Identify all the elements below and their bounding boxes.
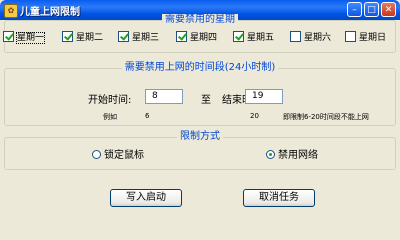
checkbox-box[interactable] bbox=[290, 31, 301, 42]
restriction-mode-group: 限制方式 bbox=[4, 131, 396, 170]
end-time-input[interactable]: 19 bbox=[245, 89, 283, 104]
checkbox-box[interactable] bbox=[176, 31, 187, 42]
checkbox-box[interactable] bbox=[345, 31, 356, 42]
checkbox-box[interactable] bbox=[62, 31, 73, 42]
mode-group-title: 限制方式 bbox=[177, 131, 223, 142]
checkbox-label-sunday: 星期日 bbox=[359, 33, 387, 43]
checkbox-wednesday[interactable]: 星期三 bbox=[118, 31, 159, 45]
checkbox-label-thursday: 星期四 bbox=[190, 33, 218, 43]
radio-label-lock-mouse: 锁定鼠标 bbox=[104, 150, 144, 161]
checkbox-thursday[interactable]: 星期四 bbox=[176, 31, 217, 45]
checkbox-friday[interactable]: 星期五 bbox=[233, 31, 274, 45]
radio-label-disable-network: 禁用网络 bbox=[278, 150, 318, 161]
checkbox-label-monday: 星期一 bbox=[15, 32, 46, 44]
radio-circle[interactable] bbox=[266, 150, 275, 159]
write-start-button[interactable]: 写入启动 bbox=[110, 189, 182, 207]
checkbox-label-saturday: 星期六 bbox=[304, 33, 332, 43]
time-group-title: 需要禁用上网的时间段(24小时制) bbox=[121, 62, 279, 73]
checkbox-monday[interactable]: 星期一 bbox=[3, 31, 46, 45]
radio-disable-network[interactable]: 禁用网络 bbox=[266, 150, 318, 162]
checkbox-box[interactable] bbox=[118, 31, 129, 42]
checkbox-box[interactable] bbox=[3, 31, 14, 42]
example-note: 即限制6-20时间段不能上网 bbox=[283, 113, 369, 121]
start-time-label: 开始时间: bbox=[88, 95, 132, 106]
to-label: 至 bbox=[201, 95, 211, 106]
checkbox-sunday[interactable]: 星期日 bbox=[345, 31, 386, 45]
weekdays-group-title: 需要禁用的星期 bbox=[162, 14, 238, 25]
cancel-task-button[interactable]: 取消任务 bbox=[243, 189, 315, 207]
checkbox-box[interactable] bbox=[233, 31, 244, 42]
checkbox-tuesday[interactable]: 星期二 bbox=[62, 31, 103, 45]
checkbox-label-friday: 星期五 bbox=[247, 33, 275, 43]
checkbox-label-tuesday: 星期二 bbox=[76, 33, 104, 43]
radio-circle[interactable] bbox=[92, 150, 101, 159]
example-label: 例如 bbox=[103, 113, 117, 121]
start-time-input[interactable]: 8 bbox=[145, 89, 183, 104]
example-end-value: 20 bbox=[250, 112, 259, 120]
example-start-value: 6 bbox=[145, 112, 150, 120]
checkbox-saturday[interactable]: 星期六 bbox=[290, 31, 331, 45]
radio-lock-mouse[interactable]: 锁定鼠标 bbox=[92, 150, 144, 162]
checkbox-label-wednesday: 星期三 bbox=[132, 33, 160, 43]
